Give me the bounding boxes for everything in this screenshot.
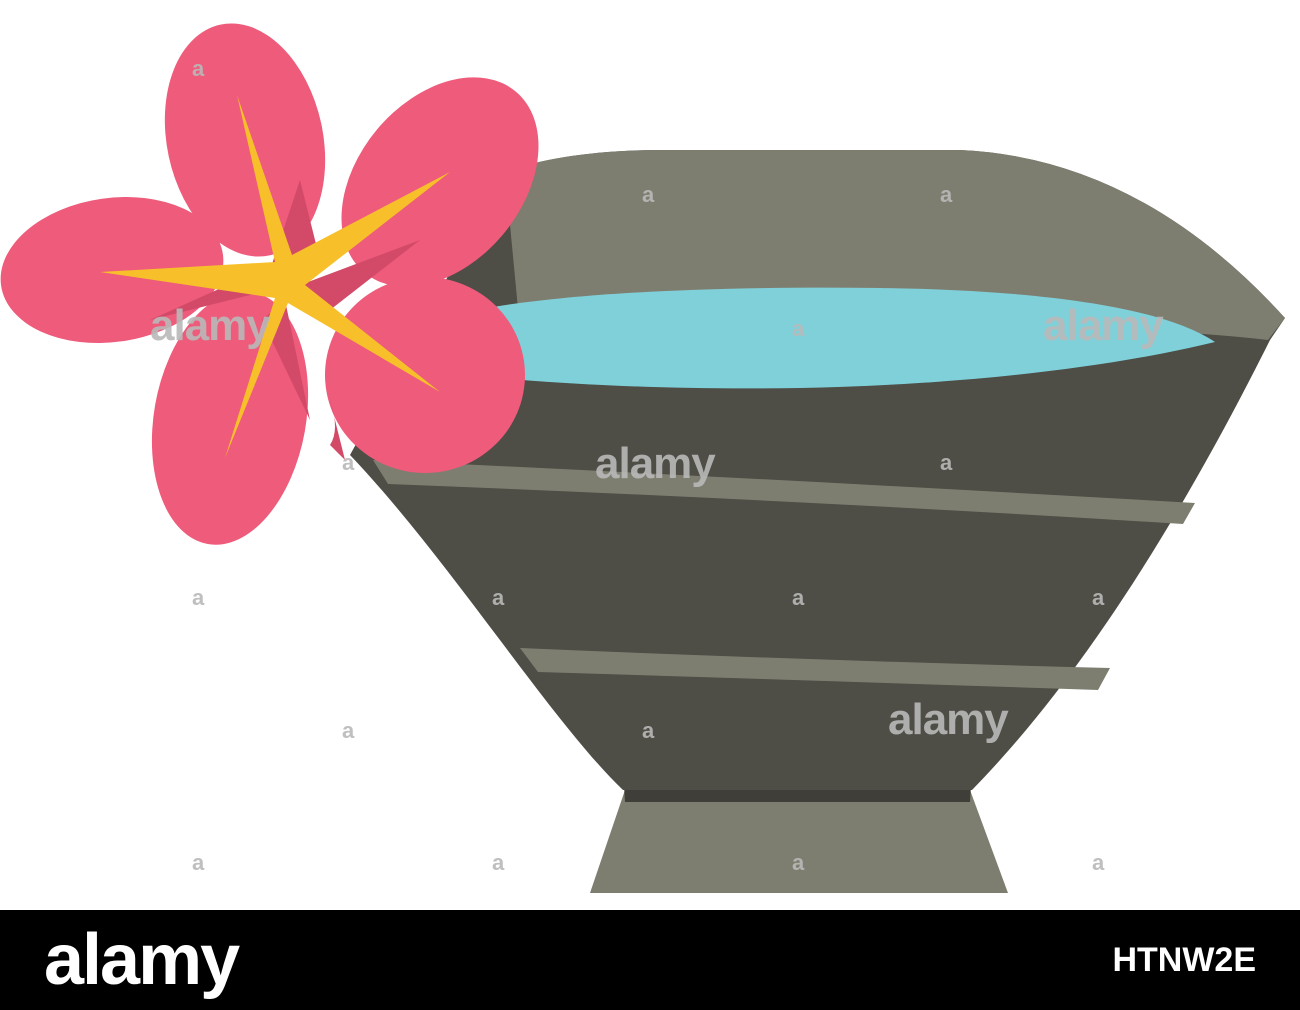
watermark-mark: a (940, 182, 953, 207)
watermark-mark: a (792, 316, 805, 341)
watermark-mark: a (492, 850, 505, 875)
image-id-label: HTNW2E (1112, 941, 1256, 979)
watermark-mark: a (192, 585, 205, 610)
watermark-mark: a (642, 182, 655, 207)
watermark-text: alamy (888, 695, 1009, 744)
watermark-mark: a (1092, 585, 1105, 610)
watermark-mark: a (940, 450, 953, 475)
footer-bar: alamy HTNW2E (0, 910, 1300, 1010)
watermark-mark: a (192, 56, 205, 81)
watermark-mark: a (642, 718, 655, 743)
watermark-mark: a (342, 450, 355, 475)
illustration-canvas: alamy alamy alamy alamy a a a a a a a a … (0, 23, 1285, 893)
watermark-mark: a (1092, 850, 1105, 875)
watermark-mark: a (492, 585, 505, 610)
watermark-text: alamy (150, 301, 271, 350)
watermark-mark: a (192, 850, 205, 875)
watermark-text: alamy (1043, 301, 1164, 350)
alamy-logo: alamy (44, 920, 240, 1000)
watermark-mark: a (792, 585, 805, 610)
watermark-mark: a (342, 718, 355, 743)
watermark-mark: a (792, 850, 805, 875)
watermark-text: alamy (595, 439, 716, 488)
illustration: alamy alamy alamy alamy a a a a a a a a … (0, 0, 1300, 910)
